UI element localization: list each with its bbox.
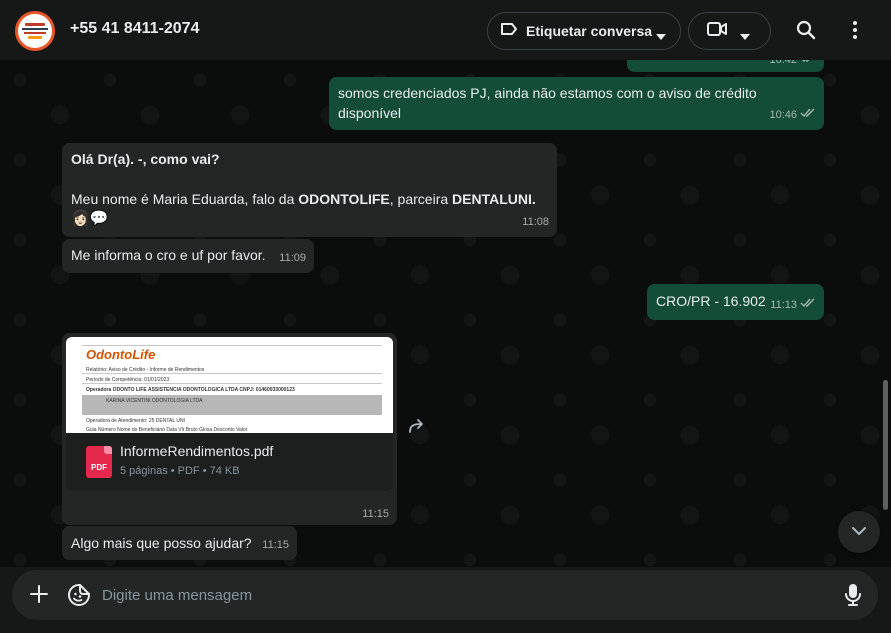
message-time: 11:13: [770, 299, 797, 311]
message-input[interactable]: [102, 582, 802, 608]
message-bubble-incoming[interactable]: Algo mais que posso ajudar? 11:15: [62, 526, 297, 560]
message-composer: [12, 570, 878, 620]
contact-name[interactable]: +55 41 8411-2074: [70, 20, 199, 38]
document-file-meta: 5 páginas • PDF • 74 KB: [120, 465, 240, 477]
message-time: 10:46: [769, 109, 797, 121]
label-icon: [500, 22, 518, 41]
mic-icon[interactable]: [844, 583, 862, 612]
message-document[interactable]: OdontoLife Relatório: Aviso de Crédito -…: [62, 333, 397, 525]
double-check-icon: [800, 105, 816, 125]
message-text: Me informa o cro e uf por favor.: [71, 247, 266, 263]
plus-icon[interactable]: [29, 584, 49, 609]
search-icon[interactable]: [796, 20, 816, 45]
message-text: CRO/PR - 16.902: [656, 293, 766, 309]
double-check-icon: [800, 295, 816, 315]
message-bubble-outgoing[interactable]: somos credenciados PJ, ainda não estamos…: [329, 77, 824, 130]
message-bubble-previous[interactable]: 10:42: [627, 60, 824, 72]
scroll-to-bottom-button[interactable]: [838, 511, 880, 553]
chat-area[interactable]: 10:42 somos credenciados PJ, ainda não e…: [0, 60, 891, 567]
forward-icon[interactable]: [407, 418, 427, 439]
video-icon: [707, 21, 727, 41]
message-bubble-incoming[interactable]: Olá Dr(a). -, como vai? Meu nome é Maria…: [62, 143, 557, 237]
contact-avatar[interactable]: [15, 11, 55, 51]
double-check-icon: [800, 60, 816, 70]
label-button-text: Etiquetar conversa: [526, 23, 653, 39]
label-conversation-button[interactable]: Etiquetar conversa: [487, 12, 681, 50]
document-file-name: InformeRendimentos.pdf: [120, 443, 274, 459]
message-time: 10:42: [769, 60, 797, 66]
sticker-icon[interactable]: [67, 583, 91, 612]
message-greeting: Olá Dr(a). -, como vai?: [71, 151, 220, 167]
message-text: Algo mais que posso ajudar?: [71, 535, 252, 551]
menu-icon[interactable]: [845, 20, 865, 45]
pdf-icon: PDF: [86, 446, 112, 478]
message-time: 11:09: [279, 252, 306, 264]
message-time: 11:15: [362, 508, 389, 520]
chat-scrollbar[interactable]: [883, 380, 888, 510]
document-preview-logo: OdontoLife: [86, 347, 156, 362]
message-bubble-incoming[interactable]: Me informa o cro e uf por favor. 11:09: [62, 239, 314, 273]
message-time: 11:15: [262, 539, 289, 551]
message-intro: Meu nome é Maria Eduarda, falo da ODONTO…: [71, 191, 536, 207]
video-call-button[interactable]: [688, 12, 771, 50]
message-text: somos credenciados PJ, ainda não estamos…: [338, 85, 757, 101]
document-preview[interactable]: OdontoLife Relatório: Aviso de Crédito -…: [66, 337, 393, 433]
chat-header: +55 41 8411-2074 Etiquetar conversa: [0, 0, 891, 60]
chevron-down-icon: [851, 523, 867, 541]
message-time: 11:08: [522, 216, 549, 228]
message-text-line2: disponível: [338, 105, 402, 121]
chevron-down-icon: [656, 27, 666, 45]
document-file-row[interactable]: PDF InformeRendimentos.pdf 5 páginas • P…: [66, 433, 393, 491]
message-emoji: 👩🏻💬: [71, 210, 109, 227]
message-bubble-outgoing[interactable]: CRO/PR - 16.902 11:13: [647, 284, 824, 320]
chevron-down-icon: [740, 27, 750, 45]
